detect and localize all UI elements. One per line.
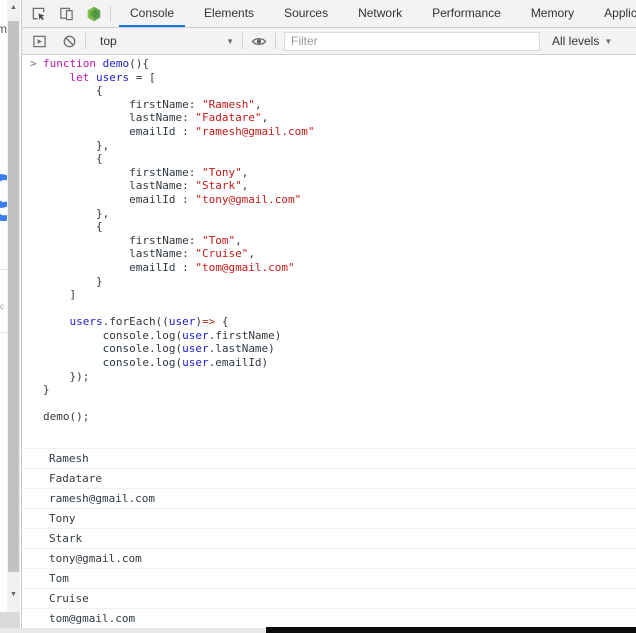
- devtools-tabbar: Console Elements Sources Network Performance…: [22, 0, 636, 28]
- chevron-down-icon: ▼: [604, 36, 613, 46]
- tab-strip: Console Elements Sources Network Performance…: [119, 0, 636, 27]
- console-message: Tom: [22, 568, 636, 588]
- tab-application[interactable]: Application: [593, 0, 636, 27]
- taskbar-sliver: [266, 627, 636, 633]
- page-scrollbar-corner: [0, 612, 20, 628]
- page-card-text: c: [0, 302, 4, 311]
- console-message: Ramesh: [22, 448, 636, 468]
- chevron-down-icon: ▼: [226, 36, 234, 46]
- extension-hexagon-icon[interactable]: [86, 6, 102, 22]
- page-text-fragment: m: [0, 22, 7, 36]
- page-scrollbar[interactable]: ▲ ▼: [7, 0, 20, 612]
- console-panel: > function demo(){ let users = [ { first…: [22, 55, 636, 630]
- clear-console-icon[interactable]: [61, 33, 77, 49]
- scroll-up-icon[interactable]: ▲: [7, 1, 20, 15]
- console-prompt-chevron: >: [30, 57, 37, 70]
- log-levels-dropdown[interactable]: All levels ▼: [552, 34, 612, 48]
- tab-memory[interactable]: Memory: [520, 0, 585, 27]
- tab-performance[interactable]: Performance: [421, 0, 512, 27]
- console-message: Fadatare: [22, 468, 636, 488]
- device-toolbar-icon[interactable]: [58, 6, 74, 22]
- toolbar-separator: [242, 33, 243, 49]
- log-levels-label: All levels: [552, 34, 600, 48]
- toolbar-separator: [275, 33, 276, 49]
- devtools-panel: Console Elements Sources Network Performance…: [21, 0, 636, 633]
- toolbar-separator: [110, 5, 111, 22]
- console-message: Tony: [22, 508, 636, 528]
- console-message: Cruise: [22, 588, 636, 608]
- context-selector-label: top: [100, 34, 117, 48]
- console-message: ramesh@gmail.com: [22, 488, 636, 508]
- console-input[interactable]: > function demo(){ let users = [ { first…: [22, 55, 636, 448]
- console-message: tony@gmail.com: [22, 548, 636, 568]
- console-input-code: function demo(){ let users = [ { firstNa…: [43, 57, 315, 424]
- live-expression-eye-icon[interactable]: [251, 33, 267, 49]
- tab-elements[interactable]: Elements: [193, 0, 265, 27]
- tab-sources[interactable]: Sources: [273, 0, 339, 27]
- console-toolbar: top ▼ All levels ▼: [22, 28, 636, 55]
- console-output: Ramesh Fadatare ramesh@gmail.com Tony Stark t…: [22, 448, 636, 630]
- inspect-element-icon[interactable]: [30, 6, 46, 22]
- filter-input[interactable]: [284, 31, 540, 51]
- scroll-down-icon[interactable]: ▼: [7, 588, 20, 602]
- tab-console[interactable]: Console: [119, 0, 186, 27]
- window-bottom-edge: [0, 628, 266, 633]
- console-message: Stark: [22, 528, 636, 548]
- show-console-sidebar-icon[interactable]: [31, 33, 47, 49]
- toolbar-separator: [85, 33, 86, 49]
- screenshot-root: m g c ▲ ▼: [0, 0, 636, 633]
- background-page-sliver: m g c ▲ ▼: [0, 0, 20, 633]
- console-message: tom@gmail.com: [22, 608, 636, 628]
- page-scrollbar-thumb[interactable]: [8, 21, 19, 572]
- tab-network[interactable]: Network: [347, 0, 413, 27]
- context-selector[interactable]: top ▼: [100, 34, 234, 48]
